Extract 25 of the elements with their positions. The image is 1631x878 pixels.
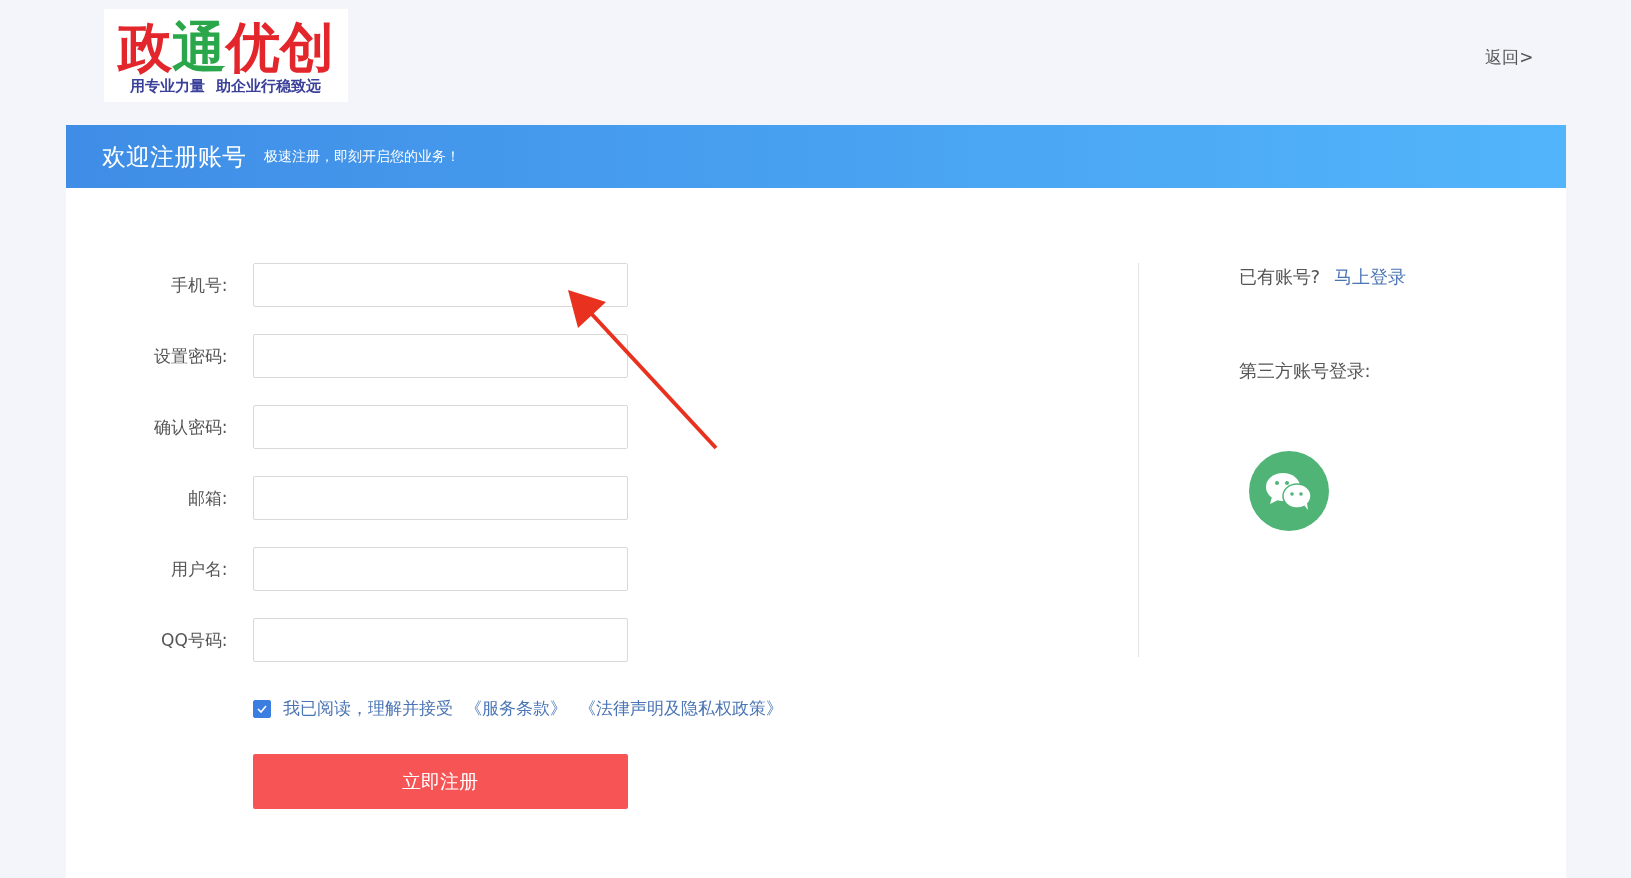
field-label: 用户名: — [169, 557, 229, 581]
input-field[interactable] — [252, 334, 628, 378]
logo: 政通优创 用专业力量 助企业行稳致远 — [103, 9, 348, 102]
policy-link[interactable]: 《法律声明及隐私权政策》 — [578, 697, 783, 720]
input-field[interactable] — [252, 405, 628, 449]
agreement-text: 我已阅读，理解并接受 — [282, 697, 453, 720]
field-label: QQ号码: — [160, 628, 229, 652]
policy-link[interactable]: 《服务条款》 — [464, 697, 567, 720]
field-label: 确认密码: — [152, 415, 229, 439]
banner-subtitle: 极速注册，即刻开启您的业务！ — [263, 147, 460, 166]
field-label: 手机号: — [169, 273, 229, 297]
register-button[interactable]: 立即注册 — [252, 754, 628, 809]
input-field[interactable] — [252, 618, 628, 662]
input-field[interactable] — [252, 476, 628, 520]
login-link[interactable]: 马上登录 — [1334, 265, 1407, 289]
field-label: 设置密码: — [152, 344, 229, 368]
field-label: 邮箱: — [186, 486, 229, 510]
third-party-label: 第三方账号登录: — [1238, 359, 1372, 383]
account-prompt: 已有账号? — [1238, 265, 1321, 289]
checkbox[interactable] — [252, 699, 271, 718]
back-link[interactable]: 返回> — [1485, 46, 1534, 69]
chat-bubbles-icon — [1263, 471, 1314, 511]
banner-title: 欢迎注册账号 — [101, 141, 246, 173]
input-field[interactable] — [252, 263, 628, 307]
input-field[interactable] — [252, 547, 628, 591]
